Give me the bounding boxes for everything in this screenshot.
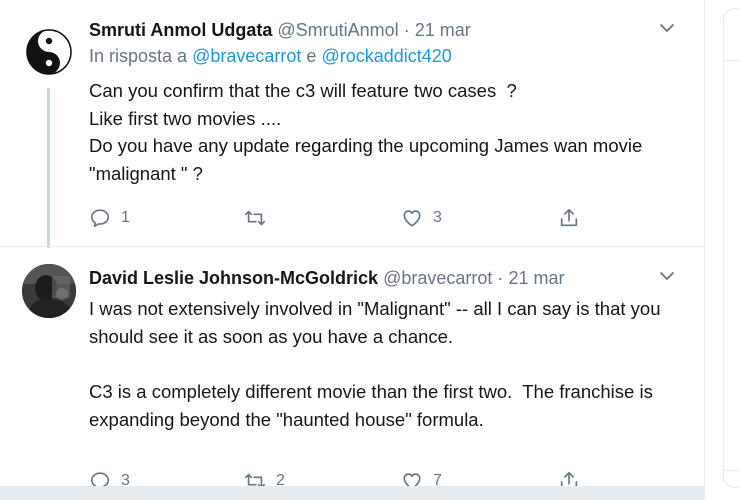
reply-count: 1: [121, 209, 130, 226]
tweet-header: Smruti Anmol Udgata @SmrutiAnmol · 21 ma…: [89, 17, 682, 43]
tweet[interactable]: David Leslie Johnson-McGoldrick @braveca…: [0, 246, 704, 491]
thread-connector-line: [47, 88, 50, 248]
timestamp[interactable]: 21 mar: [508, 268, 564, 288]
display-name[interactable]: Smruti Anmol Udgata: [89, 20, 272, 40]
conversation-timeline: Smruti Anmol Udgata @SmrutiAnmol · 21 ma…: [0, 0, 705, 500]
timeline-bottom-divider: [0, 486, 704, 500]
avatar[interactable]: [22, 25, 76, 79]
retweet-button[interactable]: [244, 204, 276, 232]
display-name[interactable]: David Leslie Johnson-McGoldrick: [89, 268, 378, 288]
replying-to: In risposta a @bravecarrot e @rockaddict…: [89, 43, 682, 73]
retweet-icon: [245, 210, 265, 226]
like-count: 3: [433, 209, 442, 226]
profile-photo: [22, 264, 76, 318]
tweet-text: I was not extensively involved in "Malig…: [89, 298, 661, 430]
separator: ·: [403, 20, 410, 40]
tweet[interactable]: Smruti Anmol Udgata @SmrutiAnmol · 21 ma…: [0, 0, 704, 248]
avatar[interactable]: [22, 264, 76, 318]
share-button[interactable]: [558, 204, 580, 232]
tweet-actions: 1 3: [89, 204, 589, 234]
heart-icon: [403, 210, 421, 227]
sidebar-divider: [723, 60, 740, 61]
tweet-content: David Leslie Johnson-McGoldrick @braveca…: [89, 265, 682, 491]
sidebar-card: [723, 8, 740, 488]
reply-icon: [90, 209, 110, 228]
handle[interactable]: @SmrutiAnmol: [277, 20, 398, 40]
tweet-header: David Leslie Johnson-McGoldrick @braveca…: [89, 265, 682, 291]
sidebar-divider: [723, 470, 740, 471]
chevron-down-icon[interactable]: [656, 17, 678, 39]
separator: ·: [497, 268, 504, 288]
yin-yang-icon: [22, 25, 76, 79]
replying-to-conjunction: e: [306, 46, 317, 66]
like-button[interactable]: 3: [401, 204, 442, 232]
tweet-text: Can you confirm that the c3 will feature…: [89, 80, 643, 185]
chevron-down-icon[interactable]: [656, 265, 678, 287]
mention-link[interactable]: @rockaddict420: [321, 46, 451, 66]
mention-link[interactable]: @bravecarrot: [192, 46, 301, 66]
timestamp[interactable]: 21 mar: [415, 20, 471, 40]
sidebar-column: [705, 0, 740, 500]
reply-button[interactable]: 1: [89, 204, 130, 232]
handle[interactable]: @bravecarrot: [383, 268, 492, 288]
replying-to-label: In risposta a: [89, 46, 188, 66]
share-icon: [560, 208, 578, 227]
tweet-content: Smruti Anmol Udgata @SmrutiAnmol · 21 ma…: [89, 17, 682, 228]
